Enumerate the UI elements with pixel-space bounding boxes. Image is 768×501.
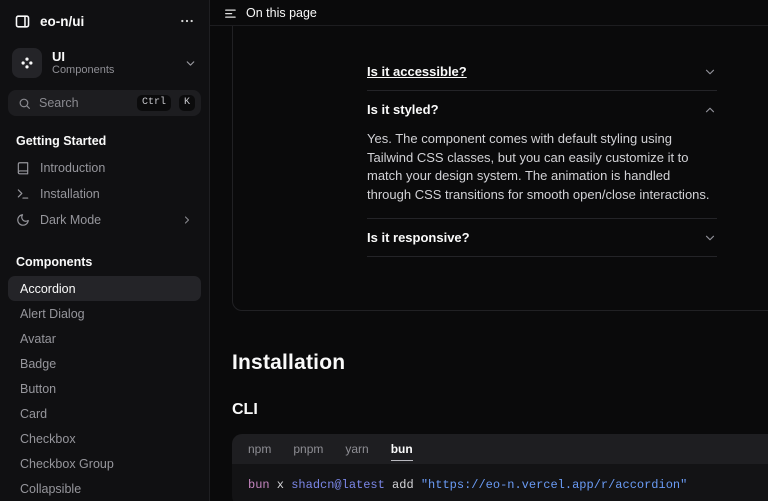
cli-heading: CLI <box>232 401 768 419</box>
toc-list-icon <box>224 6 238 20</box>
doc-content: Is it accessible? Is it styled? Yes. The… <box>210 26 768 501</box>
tab-pnpm[interactable]: pnpm <box>293 434 323 464</box>
app-title: eo-n/ui <box>40 14 84 29</box>
project-subtitle: Components <box>52 64 114 77</box>
accordion-trigger-accessible[interactable]: Is it accessible? <box>367 53 717 91</box>
command-bin: bun <box>248 478 270 492</box>
project-name: UI <box>52 50 114 64</box>
component-preview-card: Is it accessible? Is it styled? Yes. The… <box>232 26 768 311</box>
sidebar-item-card[interactable]: Card <box>8 401 201 426</box>
package-manager-tabs: npm pnpm yarn bun <box>232 434 768 464</box>
accordion-question: Is it responsive? <box>367 230 470 245</box>
search-input[interactable]: Search Ctrl K <box>8 90 201 116</box>
command-url: "https://eo-n.vercel.app/r/accordion" <box>421 478 687 492</box>
sidebar-item-label: Dark Mode <box>40 213 101 227</box>
sidebar-item-installation[interactable]: Installation <box>8 181 201 207</box>
section-label-getting-started: Getting Started <box>16 134 193 148</box>
accordion-answer: Yes. The component comes with default st… <box>367 128 717 219</box>
sidebar-item-label: Installation <box>40 187 100 201</box>
sidebar-item-dark-mode[interactable]: Dark Mode <box>8 207 201 233</box>
project-selector[interactable]: UI Components <box>8 42 201 84</box>
panel-logo-icon <box>14 13 31 30</box>
terminal-icon <box>16 187 30 201</box>
sidebar-item-collapsible[interactable]: Collapsible <box>8 476 201 501</box>
kbd-ctrl: Ctrl <box>137 95 171 111</box>
installation-heading: Installation <box>232 351 768 375</box>
command-package: shadcn@latest <box>291 478 385 492</box>
chevron-down-icon <box>703 231 717 245</box>
tab-yarn[interactable]: yarn <box>345 434 368 464</box>
command-runner: x <box>270 478 292 492</box>
book-icon <box>16 161 30 175</box>
accordion-demo: Is it accessible? Is it styled? Yes. The… <box>367 53 717 257</box>
components-logo-icon <box>12 48 42 78</box>
sidebar-item-alert-dialog[interactable]: Alert Dialog <box>8 301 201 326</box>
moon-icon <box>16 213 30 227</box>
sidebar-item-label: Introduction <box>40 161 105 175</box>
sidebar-item-accordion[interactable]: Accordion <box>8 276 201 301</box>
chevron-down-icon <box>184 57 197 70</box>
sidebar-item-introduction[interactable]: Introduction <box>8 155 201 181</box>
accordion-trigger-styled[interactable]: Is it styled? <box>367 91 717 128</box>
accordion-trigger-responsive[interactable]: Is it responsive? <box>367 219 717 257</box>
more-menu-button[interactable] <box>179 13 195 29</box>
project-text: UI Components <box>52 50 114 77</box>
on-this-page-bar[interactable]: On this page <box>210 0 768 26</box>
search-placeholder: Search <box>39 96 129 110</box>
kbd-k: K <box>179 95 195 111</box>
install-command: bun x shadcn@latest add "https://eo-n.ve… <box>232 464 768 501</box>
sidebar-header: eo-n/ui <box>8 2 201 40</box>
chevron-up-icon <box>703 103 717 117</box>
sidebar-item-badge[interactable]: Badge <box>8 351 201 376</box>
tab-bun[interactable]: bun <box>391 434 413 464</box>
command-subcommand: add <box>385 478 421 492</box>
on-this-page-label: On this page <box>246 6 317 20</box>
search-icon <box>18 97 31 110</box>
tab-npm[interactable]: npm <box>248 434 271 464</box>
main-content: On this page Is it accessible? Is it sty… <box>210 0 768 501</box>
chevron-down-icon <box>703 65 717 79</box>
chevron-right-icon <box>181 214 193 226</box>
sidebar-item-avatar[interactable]: Avatar <box>8 326 201 351</box>
sidebar-item-checkbox[interactable]: Checkbox <box>8 426 201 451</box>
section-label-components: Components <box>16 255 193 269</box>
accordion-question: Is it styled? <box>367 102 439 117</box>
install-command-block: npm pnpm yarn bun bun x shadcn@latest ad… <box>232 434 768 501</box>
sidebar-item-button[interactable]: Button <box>8 376 201 401</box>
sidebar: eo-n/ui UI Components Search Ctrl K G <box>0 0 210 501</box>
sidebar-item-checkbox-group[interactable]: Checkbox Group <box>8 451 201 476</box>
accordion-question: Is it accessible? <box>367 64 467 79</box>
